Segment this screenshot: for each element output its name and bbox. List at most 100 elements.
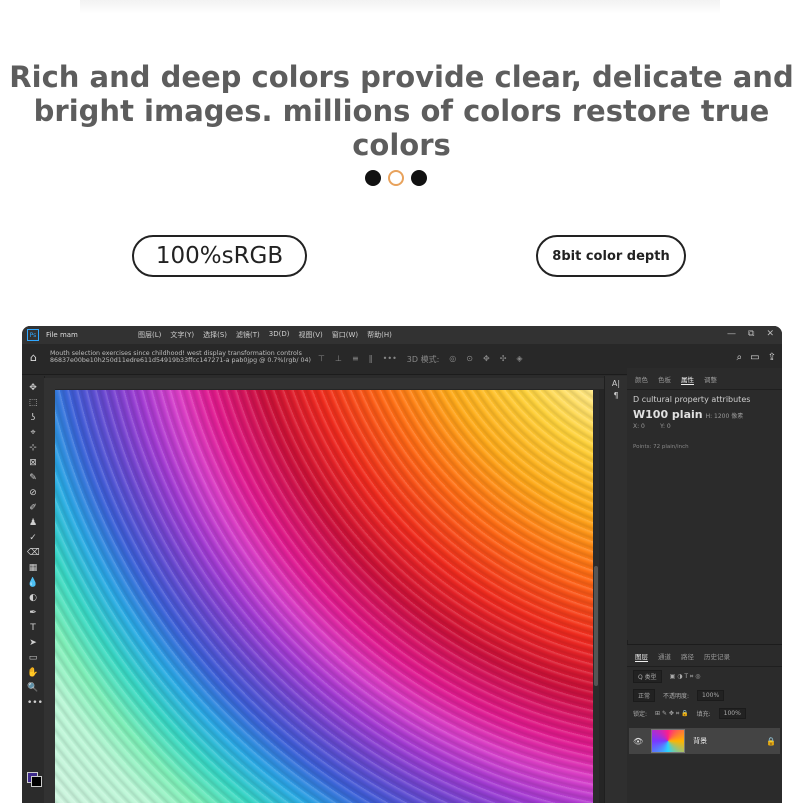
eye-icon[interactable]: 👁	[633, 737, 643, 746]
layer-name: 背景	[693, 737, 708, 745]
tool-icon[interactable]: ♟	[27, 517, 39, 529]
menu-item[interactable]: 选择(S)	[203, 330, 227, 340]
tool-icon[interactable]: ⊠	[27, 457, 39, 469]
share-icon[interactable]: ⇪	[768, 352, 776, 363]
headline-line2: bright images. millions of colors restor…	[33, 94, 770, 162]
layers-tab[interactable]: 历史记录	[704, 651, 730, 662]
window-control-button[interactable]: —	[727, 329, 736, 339]
file-title[interactable]: File mam	[46, 331, 78, 339]
option-icon[interactable]: ⊥	[335, 354, 342, 365]
option-icon[interactable]: ◈	[516, 354, 522, 365]
background-color-swatch[interactable]	[31, 776, 42, 787]
paragraph-icon[interactable]: ¶	[605, 391, 627, 400]
character-icon[interactable]: A|	[605, 379, 627, 388]
tool-icon[interactable]: 🔍	[27, 682, 39, 694]
tool-icon[interactable]: ⌖	[27, 427, 39, 439]
layer-thumbnail	[651, 729, 686, 753]
x-readout: X: 0	[633, 423, 645, 430]
tool-icon[interactable]: T	[27, 622, 39, 634]
width-label: W100 plain	[633, 408, 703, 421]
y-readout: Y: 0	[660, 423, 671, 430]
properties-tab[interactable]: 色板	[658, 374, 671, 385]
scrollbar-thumb[interactable]	[594, 566, 598, 686]
carousel-dot-active[interactable]	[388, 170, 404, 186]
layers-tab[interactable]: 路径	[681, 651, 694, 662]
tool-icon[interactable]: ✒	[27, 607, 39, 619]
search-icon[interactable]: ⌕	[737, 352, 743, 363]
lock-icons[interactable]: ⊞ ✎ ✥ ⌗ 🔒	[655, 710, 689, 718]
option-icon[interactable]: ✥	[483, 354, 490, 365]
tool-icon[interactable]: ʖ	[27, 412, 39, 424]
tool-icon[interactable]: ✐	[27, 502, 39, 514]
collapsed-panel-strip: A| ¶	[604, 376, 628, 803]
option-icon[interactable]: ≡	[352, 354, 359, 365]
tool-icon[interactable]: ▦	[27, 562, 39, 574]
tool-icon[interactable]: ✋	[27, 667, 39, 679]
tools-panel: ✥ ⬚ ʖ ⌖ ⊹ ⊠ ✎ ⊘ ✐ ♟ ✓ ⌫ ▦ 💧 ◐ ✒ T ➤ ▭ ✋ 🔍 •••	[22, 376, 45, 803]
opacity-input[interactable]: 100%	[697, 690, 725, 701]
top-fade	[80, 0, 720, 14]
canvas-image	[55, 390, 593, 803]
window-control-button[interactable]: ⧉	[748, 329, 754, 339]
tool-icon[interactable]: ➤	[27, 637, 39, 649]
home-icon[interactable]: ⌂	[30, 351, 37, 364]
properties-tab[interactable]: 属性	[681, 374, 694, 385]
workspace-icon[interactable]: ▭	[750, 352, 759, 363]
layers-tab[interactable]: 通道	[658, 651, 671, 662]
tool-icon[interactable]: ⬚	[27, 397, 39, 409]
properties-tab[interactable]: 颜色	[635, 374, 648, 385]
tool-icon[interactable]: ⊘	[27, 487, 39, 499]
color-depth-badge: 8bit color depth	[536, 235, 686, 277]
fill-input[interactable]: 100%	[718, 708, 746, 719]
option-icon[interactable]: ⊤	[318, 354, 325, 365]
lock-icon: 🔒	[766, 736, 776, 746]
layers-tab[interactable]: 图层	[635, 651, 648, 662]
menu-item[interactable]: 文字(Y)	[170, 330, 194, 340]
carousel-dot[interactable]	[365, 170, 381, 186]
blend-mode-select[interactable]: 正常	[633, 689, 656, 702]
menu-item[interactable]: 窗口(W)	[332, 330, 358, 340]
option-icon[interactable]: 3D 模式:	[407, 354, 440, 365]
lock-label: 锁定:	[633, 711, 648, 718]
height-readout: H: 1200 像素	[705, 413, 744, 420]
position-readout: X: 0 Y: 0	[627, 423, 782, 430]
lock-row: 锁定: ⊞ ✎ ✥ ⌗ 🔒 填充: 100%	[627, 705, 782, 722]
layer-kind-filter[interactable]: Q 类型	[633, 670, 662, 683]
options-icons: ⊤ ⊥ ≡ ‖ ••• 3D 模式: ◎ ⊙ ✥ ✣ ◈	[318, 354, 523, 365]
tool-icon[interactable]: ✓	[27, 532, 39, 544]
layers-panel: 图层 通道 路径 历史记录 Q 类型 ▣ ◑ T ⌗ ◎ 正常 不透明度: 100% …	[627, 644, 782, 803]
tool-icon[interactable]: •••	[27, 697, 43, 709]
tool-icon[interactable]: ⊹	[27, 442, 39, 454]
document-canvas[interactable]	[55, 390, 593, 803]
options-right: ⌕ ▭ ⇪	[737, 352, 776, 363]
window-control-button[interactable]: ✕	[766, 329, 774, 339]
opacity-label: 不透明度:	[663, 693, 690, 700]
menu-item[interactable]: 视图(V)	[298, 330, 322, 340]
menu-item[interactable]: 帮助(H)	[367, 330, 392, 340]
menu-item[interactable]: 图层(L)	[138, 330, 161, 340]
menu-item[interactable]: 滤镜(T)	[236, 330, 260, 340]
properties-tab[interactable]: 调整	[704, 374, 717, 385]
option-icon[interactable]: •••	[383, 354, 397, 365]
headline: Rich and deep colors provide clear, deli…	[0, 60, 803, 162]
tool-icon[interactable]: ✎	[27, 472, 39, 484]
photoshop-window: Ps File mam 图层(L) 文字(Y) 选择(S) 滤镜(T) 3D(D) 视图(…	[22, 326, 782, 803]
tool-icon[interactable]: ◐	[27, 592, 39, 604]
option-icon[interactable]: ✣	[500, 354, 507, 365]
menu-item[interactable]: 3D(D)	[269, 330, 290, 340]
menu-bar: Ps File mam 图层(L) 文字(Y) 选择(S) 滤镜(T) 3D(D) 视图(…	[22, 326, 782, 344]
filter-icons[interactable]: ▣ ◑ T ⌗ ◎	[670, 673, 701, 681]
option-icon[interactable]: ‖	[369, 354, 373, 365]
blend-row: 正常 不透明度: 100%	[627, 686, 782, 705]
option-icon[interactable]: ⊙	[466, 354, 473, 365]
resolution-readout: Points: 72 plain/inch	[633, 444, 689, 450]
layer-row-background[interactable]: 👁 背景 🔒	[629, 728, 780, 754]
layers-tabs: 图层 通道 路径 历史记录	[627, 645, 782, 667]
option-icon[interactable]: ◎	[449, 354, 456, 365]
tool-icon[interactable]: 💧	[27, 577, 39, 589]
carousel-dot[interactable]	[411, 170, 427, 186]
tool-icon[interactable]: ▭	[27, 652, 39, 664]
tool-icon[interactable]: ⌫	[27, 547, 40, 559]
carousel-dots	[365, 170, 427, 186]
tool-icon[interactable]: ✥	[27, 382, 39, 394]
